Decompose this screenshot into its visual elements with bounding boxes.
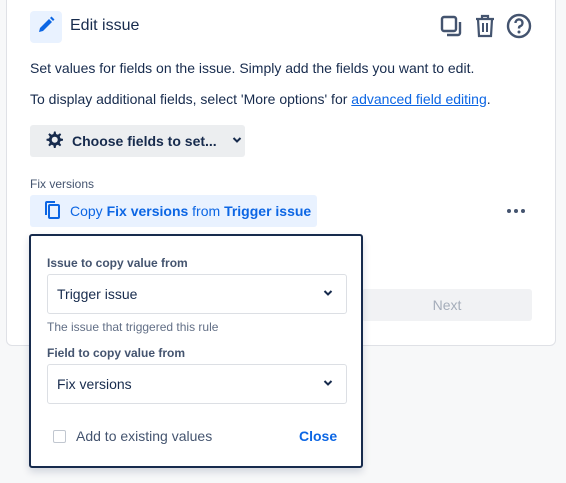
more-dot [514,209,518,213]
issue-to-copy-select[interactable]: Trigger issue [47,274,347,314]
field-to-copy-label: Field to copy value from [47,346,186,360]
chevron-down-icon [322,286,334,302]
copy-prefix: Copy [70,203,107,219]
help-icon[interactable] [506,12,532,40]
header-actions [438,12,532,40]
more-options-button[interactable] [502,202,530,220]
pencil-icon [36,15,56,40]
advanced-field-editing-link[interactable]: advanced field editing [351,91,486,107]
field-to-copy-value: Fix versions [57,376,132,392]
close-button[interactable]: Close [299,428,337,444]
copy-fix-versions-label: Copy Fix versions from Trigger issue [70,203,311,219]
fix-versions-label: Fix versions [30,177,95,191]
copy-icon [44,200,62,223]
duplicate-icon[interactable] [438,12,464,40]
add-to-existing-label: Add to existing values [76,428,213,444]
choose-fields-label: Choose fields to set... [72,133,217,149]
copy-middle: from [188,203,225,219]
edit-issue-icon-box [30,11,62,43]
chevron-down-icon [231,133,243,149]
gear-icon [44,130,64,153]
issue-to-copy-label: Issue to copy value from [47,256,188,270]
copy-source-name: Trigger issue [224,203,312,219]
choose-fields-button[interactable]: Choose fields to set... [30,125,245,157]
issue-help-text: The issue that triggered this rule [47,320,219,334]
more-dot [521,209,525,213]
description-line-2: To display additional fields, select 'Mo… [30,91,491,107]
next-button[interactable]: Next [362,289,532,321]
description-line-2-suffix: . [486,91,491,107]
page-title: Edit issue [70,17,140,34]
more-dot [507,209,511,213]
copy-fix-versions-button[interactable]: Copy Fix versions from Trigger issue [30,195,317,227]
description-line-1: Set values for fields on the issue. Simp… [30,60,475,76]
trash-icon[interactable] [472,12,498,40]
copy-value-popup: Issue to copy value from Trigger issue T… [29,234,363,468]
description-line-2-text: To display additional fields, select 'Mo… [30,91,352,107]
chevron-down-icon [322,376,334,392]
add-to-existing-checkbox[interactable] [53,429,66,443]
copy-field-name: Fix versions [106,203,189,219]
issue-to-copy-value: Trigger issue [57,286,138,302]
add-to-existing-row: Add to existing values [53,428,212,444]
field-to-copy-select[interactable]: Fix versions [47,364,347,404]
